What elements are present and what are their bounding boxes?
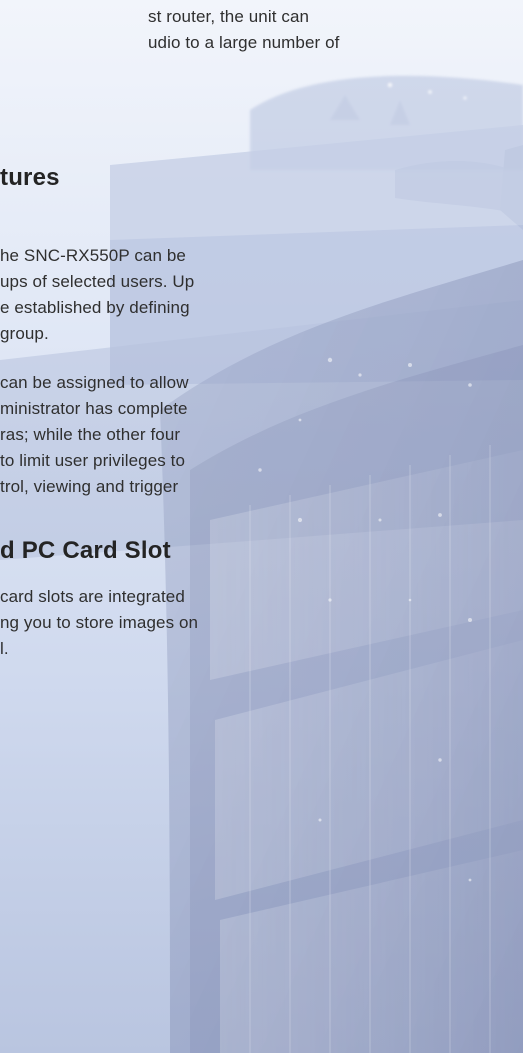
paragraph-3-line-1: can be assigned to allow xyxy=(0,373,189,392)
paragraph-1: st router, the unit can udio to a large … xyxy=(148,4,500,56)
paragraph-2-line-3: e established by defining xyxy=(0,298,190,317)
paragraph-3: can be assigned to allow ministrator has… xyxy=(0,370,352,500)
document-text: st router, the unit can udio to a large … xyxy=(0,0,523,1053)
paragraph-1-line-2: udio to a large number of xyxy=(148,33,340,52)
paragraph-2-line-2: ups of selected users. Up xyxy=(0,272,195,291)
paragraph-2-line-4: group. xyxy=(0,324,49,343)
paragraph-1-line-1: st router, the unit can xyxy=(148,7,310,26)
paragraph-3-line-2: ministrator has complete xyxy=(0,399,188,418)
section-heading-1: tures xyxy=(0,164,60,191)
paragraph-4-line-3: l. xyxy=(0,639,9,658)
section-heading-2: d PC Card Slot xyxy=(0,537,171,564)
paragraph-4-line-1: card slots are integrated xyxy=(0,587,185,606)
paragraph-2-line-1: he SNC-RX550P can be xyxy=(0,246,186,265)
paragraph-4-line-2: ng you to store images on xyxy=(0,613,199,632)
paragraph-3-line-3: ras; while the other four xyxy=(0,425,181,444)
paragraph-3-line-5: trol, viewing and trigger xyxy=(0,477,179,496)
paragraph-3-line-4: to limit user privileges to xyxy=(0,451,186,470)
paragraph-2: he SNC-RX550P can be ups of selected use… xyxy=(0,243,352,347)
paragraph-4: card slots are integrated ng you to stor… xyxy=(0,584,352,662)
